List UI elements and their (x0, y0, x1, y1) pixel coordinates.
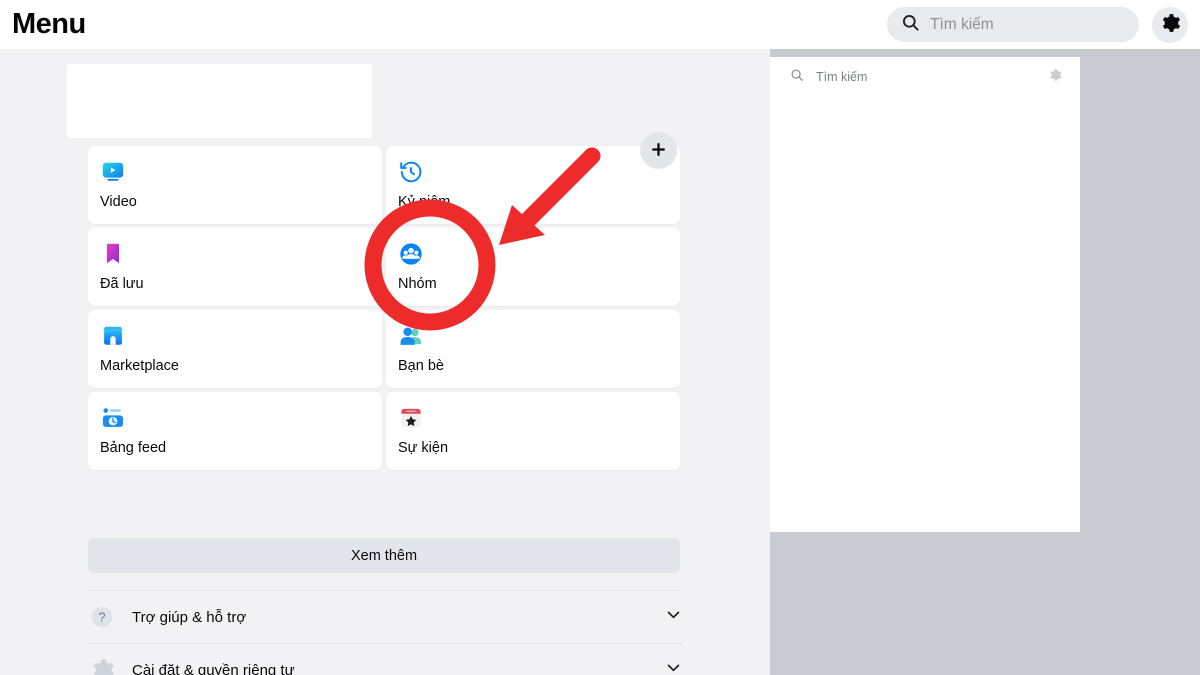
shortcut-tile-events[interactable]: Sự kiện (386, 392, 680, 470)
search-placeholder-text: Tìm kiếm (930, 15, 994, 33)
memories-icon (398, 159, 424, 185)
section-label: Trợ giúp & hỗ trợ (132, 608, 247, 626)
gear-icon[interactable] (1048, 68, 1062, 87)
shortcut-label: Kỷ niệm (398, 194, 451, 210)
plus-icon (650, 141, 667, 161)
page-title: Menu (12, 8, 86, 40)
menu-page: Video Kỷ niệm Đã lưu Nhóm Marketplace Bạ… (0, 49, 770, 675)
shortcut-label: Nhóm (398, 276, 437, 292)
right-overlay-panel: Tìm kiếm (770, 57, 1080, 532)
marketplace-icon (100, 323, 126, 349)
shortcut-label: Đã lưu (100, 276, 144, 292)
chevron-down-icon (665, 606, 682, 628)
search-icon (790, 68, 804, 87)
events-icon (398, 405, 424, 431)
shortcut-label: Bạn bè (398, 358, 444, 374)
right-panel-search-placeholder: Tìm kiếm (816, 70, 868, 84)
sections-list: ? Trợ giúp & hỗ trợ Cài đặt & quyền riên… (0, 590, 770, 675)
search-icon (901, 13, 920, 37)
shortcut-label: Marketplace (100, 358, 179, 374)
app-screen: Menu Tìm kiếm Video Kỷ niệm Đã lưu Nhóm … (0, 0, 1200, 675)
gear-icon (1159, 12, 1181, 37)
settings-gear-icon (88, 656, 116, 675)
help-circle-icon: ? (88, 603, 116, 631)
bookmark-icon (100, 241, 126, 267)
shortcut-tile-groups[interactable]: Nhóm (386, 228, 680, 306)
shortcut-label: Bảng feed (100, 440, 167, 456)
shortcut-label: Sự kiện (398, 440, 449, 456)
shortcut-tile-saved[interactable]: Đã lưu (88, 228, 382, 306)
see-more-button[interactable]: Xem thêm (88, 538, 680, 573)
right-panel-search-input[interactable]: Tìm kiếm (770, 57, 1080, 97)
friends-icon (398, 323, 424, 349)
groups-icon (398, 241, 424, 267)
settings-button[interactable] (1152, 6, 1188, 43)
shortcut-tile-feeds[interactable]: Bảng feed (88, 392, 382, 470)
shortcut-tile-memories[interactable]: Kỷ niệm (386, 146, 680, 224)
shortcuts-grid: Video Kỷ niệm Đã lưu Nhóm Marketplace Bạ… (88, 146, 680, 470)
profile-card-placeholder[interactable] (67, 64, 372, 138)
hero-row (0, 49, 770, 138)
top-bar-actions: Tìm kiếm (887, 6, 1200, 43)
video-icon (100, 159, 126, 185)
section-row-settings[interactable]: Cài đặt & quyền riêng tư (88, 643, 682, 675)
section-row-help[interactable]: ? Trợ giúp & hỗ trợ (88, 590, 682, 643)
see-more-label: Xem thêm (350, 547, 418, 564)
shortcut-tile-video[interactable]: Video (88, 146, 382, 224)
shortcut-label: Video (100, 194, 137, 210)
shortcut-tile-marketplace[interactable]: Marketplace (88, 310, 382, 388)
shortcut-tile-friends[interactable]: Bạn bè (386, 310, 680, 388)
search-input[interactable]: Tìm kiếm (887, 7, 1139, 42)
create-button[interactable] (640, 132, 677, 169)
top-bar: Menu Tìm kiếm (0, 0, 1200, 49)
svg-text:?: ? (99, 610, 106, 624)
section-label: Cài đặt & quyền riêng tư (132, 661, 295, 675)
feeds-icon (100, 405, 126, 431)
chevron-down-icon (665, 659, 682, 675)
